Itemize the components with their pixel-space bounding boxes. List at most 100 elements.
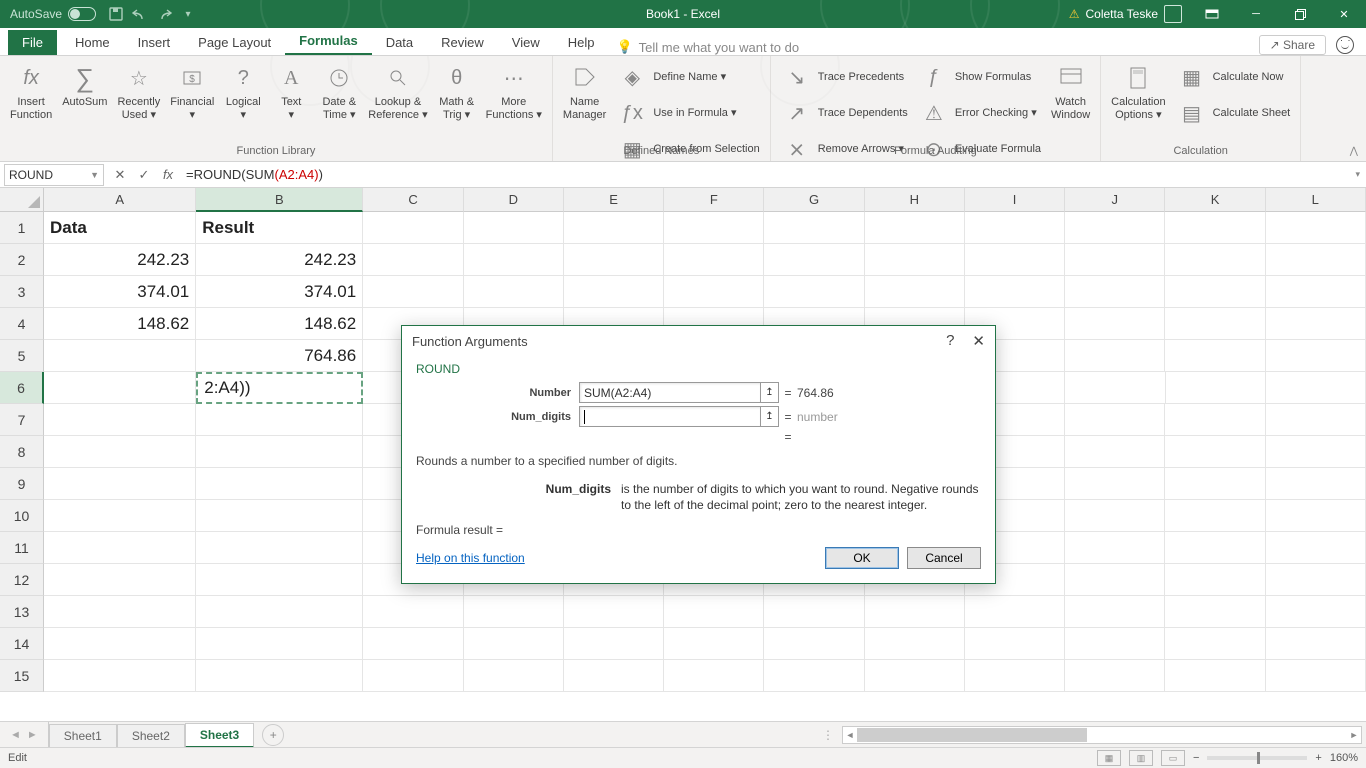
insert-function-button[interactable]: fxInsert Function [6,60,56,123]
row-14[interactable]: 14 [0,628,44,660]
sheet-tab-3[interactable]: Sheet3 [185,723,254,748]
row-9[interactable]: 9 [0,468,44,500]
row-7[interactable]: 7 [0,404,44,436]
add-sheet-button[interactable]: + [262,724,284,746]
cell-A2[interactable]: 242.23 [44,244,196,276]
dialog-help-icon[interactable]: ? [946,332,954,350]
page-layout-view-icon[interactable]: ▥ [1129,750,1153,766]
col-A[interactable]: A [44,188,196,212]
save-icon[interactable] [108,6,124,22]
row-3[interactable]: 3 [0,276,44,308]
expand-formula-icon[interactable]: ▾ [1349,169,1366,180]
financial-button[interactable]: $Financial ▾ [166,60,218,123]
normal-view-icon[interactable]: ▦ [1097,750,1121,766]
enter-formula-icon[interactable]: ✓ [132,167,156,183]
col-D[interactable]: D [464,188,564,212]
tab-insert[interactable]: Insert [124,29,185,55]
logical-button[interactable]: ?Logical ▾ [220,60,266,123]
use-in-formula-button[interactable]: ƒxUse in Formula ▾ [612,96,763,130]
col-J[interactable]: J [1065,188,1165,212]
ok-button[interactable]: OK [825,547,899,569]
fx-icon[interactable]: fx [156,167,180,182]
dialog-titlebar[interactable]: Function Arguments ?✕ [402,326,995,356]
zoom-in-icon[interactable]: + [1315,752,1321,764]
tab-view[interactable]: View [498,29,554,55]
col-B[interactable]: B [196,188,363,212]
recently-used-button[interactable]: ☆Recently Used ▾ [113,60,164,123]
error-checking-button[interactable]: ⚠Error Checking ▾ [914,96,1045,130]
define-name-button[interactable]: ◈Define Name ▾ [612,60,763,94]
select-all-button[interactable] [0,188,44,212]
cell-B2[interactable]: 242.23 [196,244,363,276]
tab-data[interactable]: Data [372,29,427,55]
col-C[interactable]: C [363,188,463,212]
range-picker-icon[interactable]: ↥ [761,382,779,403]
more-functions-button[interactable]: ⋯More Functions ▾ [482,60,546,123]
maximize-icon[interactable] [1278,0,1322,28]
tab-page-layout[interactable]: Page Layout [184,29,285,55]
row-2[interactable]: 2 [0,244,44,276]
col-I[interactable]: I [965,188,1065,212]
calculation-options-button[interactable]: Calculation Options ▾ [1107,60,1169,128]
row-11[interactable]: 11 [0,532,44,564]
cell-A3[interactable]: 374.01 [44,276,196,308]
sheet-nav[interactable]: ◄► [0,722,49,747]
cell-B3[interactable]: 374.01 [196,276,363,308]
row-15[interactable]: 15 [0,660,44,692]
feedback-icon[interactable] [1336,36,1354,54]
name-manager-button[interactable]: Name Manager [559,60,610,128]
calculate-sheet-button[interactable]: ▤Calculate Sheet [1172,96,1295,130]
cell-A6[interactable] [44,372,196,404]
user-account[interactable]: ⚠ Coletta Teske [1061,5,1190,23]
col-K[interactable]: K [1165,188,1265,212]
close-icon[interactable]: ✕ [1322,0,1366,28]
dialog-close-icon[interactable]: ✕ [972,332,985,350]
cell-A5[interactable] [44,340,196,372]
math-trig-button[interactable]: θMath & Trig ▾ [434,60,480,123]
cell-A1[interactable]: Data [44,212,196,244]
col-H[interactable]: H [865,188,965,212]
formula-input[interactable]: =ROUND(SUM(A2:A4)) [180,167,1349,182]
qat-customize-icon[interactable]: ▾ [180,6,196,22]
tab-formulas[interactable]: Formulas [285,27,372,55]
name-box[interactable]: ROUND▼ [4,164,104,186]
row-10[interactable]: 10 [0,500,44,532]
row-12[interactable]: 12 [0,564,44,596]
col-E[interactable]: E [564,188,664,212]
sheet-tab-1[interactable]: Sheet1 [49,724,117,747]
tab-review[interactable]: Review [427,29,498,55]
share-button[interactable]: ↗ Share [1259,35,1326,55]
cancel-button[interactable]: Cancel [907,547,981,569]
tab-home[interactable]: Home [61,29,124,55]
sheet-tab-2[interactable]: Sheet2 [117,724,185,747]
row-4[interactable]: 4 [0,308,44,340]
help-link[interactable]: Help on this function [416,551,525,565]
cell-A4[interactable]: 148.62 [44,308,196,340]
row-1[interactable]: 1 [0,212,44,244]
autosum-button[interactable]: ∑AutoSum [58,60,111,123]
collapse-ribbon-icon[interactable]: ⋀ [1350,146,1358,157]
col-F[interactable]: F [664,188,764,212]
cell-B1[interactable]: Result [196,212,363,244]
zoom-slider[interactable] [1207,756,1307,760]
tell-me-search[interactable]: 💡 Tell me what you want to do [616,39,799,55]
row-5[interactable]: 5 [0,340,44,372]
calculate-now-button[interactable]: ▦Calculate Now [1172,60,1295,94]
arg-input-numdigits[interactable] [579,406,761,427]
cell-B5[interactable]: 764.86 [196,340,363,372]
show-formulas-button[interactable]: ƒShow Formulas [914,60,1045,94]
row-6[interactable]: 6 [0,372,44,404]
redo-icon[interactable] [156,6,172,22]
tab-help[interactable]: Help [554,29,609,55]
row-8[interactable]: 8 [0,436,44,468]
zoom-level[interactable]: 160% [1330,752,1358,764]
page-break-view-icon[interactable]: ▭ [1161,750,1185,766]
autosave-toggle[interactable]: AutoSave [10,7,96,21]
cancel-formula-icon[interactable]: ✕ [108,167,132,183]
row-13[interactable]: 13 [0,596,44,628]
undo-icon[interactable] [132,6,148,22]
col-L[interactable]: L [1266,188,1366,212]
col-G[interactable]: G [764,188,864,212]
cell-C1[interactable] [363,212,463,244]
ribbon-options-icon[interactable] [1190,0,1234,28]
